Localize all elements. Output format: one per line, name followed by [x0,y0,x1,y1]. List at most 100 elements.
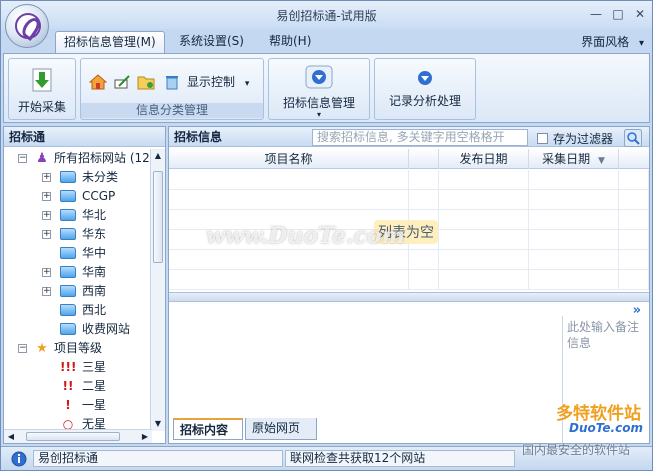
collapse-icon[interactable]: − [18,154,27,163]
edit-folder-icon[interactable] [113,73,131,91]
search-icon[interactable] [624,129,642,147]
expand-icon[interactable]: + [42,287,51,296]
tree-item-label: 三星 [82,360,107,374]
download-icon [32,68,52,92]
expand-icon[interactable]: + [42,173,51,182]
table-cell [439,230,529,250]
table-row[interactable] [169,190,649,210]
window-title: 易创招标通-试用版 [276,9,377,23]
status-message: 联网检查共获取12个网站 [285,450,515,467]
grid-header: 项目名称 发布日期 采集日期 ▼ [169,149,649,169]
table-cell [169,250,409,270]
close-button[interactable]: ✕ [630,6,650,22]
folder-icon [60,323,76,335]
chevron-down-icon: ▾ [244,79,250,89]
status-app-name: 易创招标通 [33,450,283,467]
skin-menu[interactable]: 界面风格 ▾ [581,33,644,50]
record-analysis-label: 记录分析处理 [388,94,461,108]
watermark-brand-url: DuoTe.com [569,421,643,435]
expand-icon[interactable]: + [42,211,51,220]
tree-item[interactable]: 华中 [4,244,152,263]
folder-icon [60,285,76,297]
tree-vertical-scrollbar[interactable]: ▲ ▼ [150,149,165,431]
tree-item-label: 二星 [82,379,107,393]
chevron-down-icon: ▾ [316,110,321,119]
col-collect-date-label: 采集日期 [542,152,591,166]
tree-item-label: 西北 [82,303,107,317]
tree-scroll-thumb[interactable] [153,171,163,263]
table-row[interactable] [169,250,649,270]
tree-item[interactable]: 西北 [4,301,152,320]
expand-icon[interactable]: + [42,268,51,277]
scroll-right-icon[interactable]: ▶ [138,430,152,443]
tab-help[interactable]: 帮助(H) [261,31,319,53]
tab-bid-info-manage[interactable]: 招标信息管理(M) [55,31,165,53]
tree-item[interactable]: !! 二星 [4,377,152,396]
new-folder-icon[interactable] [137,73,155,91]
ribbon-group-analysis: 记录分析处理 [374,58,476,120]
search-input[interactable]: 搜索招标信息, 多关键字用空格格开 [312,129,528,146]
app-window: 易创招标通-试用版 — □ ✕ 招标信息管理(M) 系统设置(S) 帮助(H) … [0,0,653,471]
expand-icon[interactable]: + [42,192,51,201]
table-row[interactable] [169,270,649,290]
expand-icon[interactable]: + [42,230,51,239]
tree-item-label: 华南 [82,265,107,279]
app-menu-button[interactable] [5,4,49,48]
table-cell [409,250,439,270]
priority-icon: ! [65,398,71,412]
title-bar: 易创招标通-试用版 — □ ✕ [1,1,652,29]
table-cell [529,230,619,250]
col-collect-date[interactable]: 采集日期 ▼ [529,149,619,169]
tree-item-label: 收费网站 [82,322,131,336]
tree-item[interactable]: − ★ 项目等级 [4,339,152,358]
restore-button[interactable]: □ [608,6,628,22]
tab-bid-content[interactable]: 招标内容 [173,418,243,440]
scroll-down-icon[interactable]: ▼ [151,417,165,431]
trash-icon[interactable] [163,73,181,91]
bid-info-manage-button[interactable]: 招标信息管理 ▾ [271,61,367,119]
tree-item[interactable]: ! 一星 [4,396,152,415]
tree-item[interactable]: 收费网站 [4,320,152,339]
tree-item-label: 华东 [82,227,107,241]
tree-item-label: 华中 [82,246,107,260]
tab-system-settings[interactable]: 系统设置(S) [171,31,252,53]
folder-icon [60,304,76,316]
start-collect-button[interactable]: 开始采集 [11,61,73,117]
tree-item[interactable]: + 华东 [4,225,152,244]
tree-item-label: 一星 [82,398,107,412]
tree-item[interactable]: + 华北 [4,206,152,225]
minimize-button[interactable]: — [586,6,606,22]
col-publish-date[interactable]: 发布日期 [439,149,529,169]
home-icon[interactable] [89,73,107,91]
tab-original-page[interactable]: 原始网页 [245,418,317,440]
table-cell [529,170,619,190]
ribbon-group-bid: 招标信息管理 ▾ [268,58,370,120]
panel-splitter[interactable] [169,292,649,302]
menu-bar: 招标信息管理(M) 系统设置(S) 帮助(H) 界面风格 ▾ [1,29,652,53]
tree-item[interactable]: + 未分类 [4,168,152,187]
scroll-up-icon[interactable]: ▲ [151,149,165,163]
col-project-name[interactable]: 项目名称 [169,149,409,169]
collapse-icon[interactable]: − [18,344,27,353]
tree-item[interactable]: + 西南 [4,282,152,301]
save-filter-checkbox[interactable] [537,133,548,144]
tree-hscroll-thumb[interactable] [26,432,120,441]
download-arrow-icon [305,65,333,89]
tree-item[interactable]: + 华南 [4,263,152,282]
bid-info-manage-label: 招标信息管理 [282,96,355,110]
tree-item[interactable]: + CCGP [4,187,152,206]
table-cell [439,170,529,190]
tree-item[interactable]: − ♟ 所有招标网站 (12) [4,149,152,168]
tree-horizontal-scrollbar[interactable]: ◀ ▶ [4,429,152,443]
scroll-left-icon[interactable]: ◀ [4,430,18,443]
display-control-dropdown[interactable]: 显示控制 ▾ [187,73,249,90]
save-filter-label: 存为过滤器 [553,132,614,146]
col-spacer [409,149,439,169]
analysis-arrow-icon [418,71,432,85]
table-cell [439,270,529,290]
ribbon: 开始采集 显示控制 ▾ 信息分类管理 招标信息管理 ▾ 记录分析处理 [3,53,650,123]
tree-item-label: 西南 [82,284,107,298]
record-analysis-button[interactable]: 记录分析处理 [377,61,473,117]
tree-item[interactable]: !!! 三星 [4,358,152,377]
table-row[interactable] [169,170,649,190]
